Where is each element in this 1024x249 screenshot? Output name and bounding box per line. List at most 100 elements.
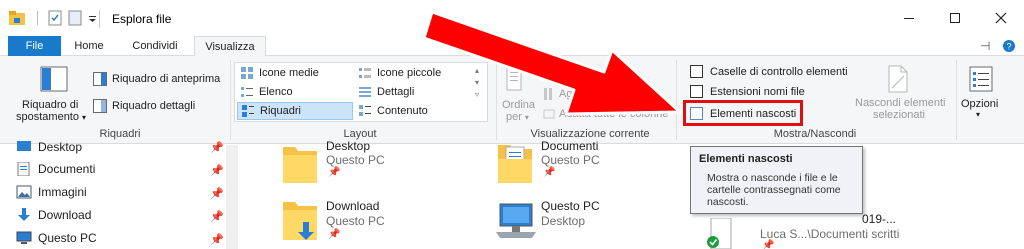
options-button[interactable]: Opzioni bbox=[961, 98, 998, 110]
navigation-pane-label-2: spostamento bbox=[16, 111, 79, 123]
close-button[interactable] bbox=[978, 0, 1024, 36]
file-location: Desktop bbox=[541, 214, 586, 228]
navigation-pane: Desktop Documenti Immagini Download Ques… bbox=[0, 140, 226, 249]
chevron-down-icon: ▾ bbox=[81, 112, 86, 122]
pin-icon: 📌 bbox=[762, 240, 775, 249]
file-name[interactable]: Questo PC bbox=[541, 199, 600, 213]
nav-item-pictures[interactable]: Immagini bbox=[16, 185, 87, 199]
details-pane-label: Riquadro dettagli bbox=[112, 100, 196, 112]
item-checkboxes-option[interactable]: Caselle di controllo elementi bbox=[690, 65, 848, 78]
toolbar-separator-icon bbox=[37, 11, 38, 25]
file-name[interactable]: Desktop bbox=[326, 139, 370, 153]
nav-item-label: Questo PC bbox=[38, 231, 97, 245]
layout-details[interactable]: Dettagli bbox=[358, 85, 414, 99]
file-extensions-checkbox[interactable] bbox=[690, 85, 703, 98]
file-name[interactable]: Download bbox=[326, 199, 379, 213]
help-icon[interactable]: ? bbox=[1002, 36, 1016, 56]
tab-file[interactable]: File bbox=[8, 36, 61, 56]
file-location: Questo PC bbox=[326, 214, 385, 228]
medium-icons-icon bbox=[241, 67, 253, 79]
file-name[interactable]: 019-... bbox=[862, 212, 896, 226]
layout-medium-icons[interactable]: Icone medie bbox=[240, 66, 319, 80]
sort-by-button[interactable]: per ▾ bbox=[506, 111, 529, 123]
pin-icon[interactable]: 📌 bbox=[210, 141, 224, 154]
customize-toolbar-icon[interactable] bbox=[88, 10, 97, 26]
preview-pane-button[interactable]: Riquadro di anteprima bbox=[93, 72, 220, 86]
navigation-pane-button[interactable]: spostamento ▾ bbox=[16, 111, 86, 123]
layout-list-label: Elenco bbox=[259, 86, 293, 98]
layout-content[interactable]: Contenuto bbox=[358, 104, 428, 118]
pin-icon[interactable]: 📌 bbox=[210, 210, 224, 223]
tab-home[interactable]: Home bbox=[70, 36, 108, 56]
add-columns-button[interactable]: Aggiun bbox=[543, 87, 593, 101]
group-label-riquadri: Riquadri bbox=[99, 128, 141, 140]
folder-icon bbox=[9, 11, 25, 25]
layout-list[interactable]: Elenco bbox=[240, 85, 293, 99]
pin-icon[interactable]: 📌 bbox=[210, 164, 224, 177]
download-arrow-icon bbox=[18, 208, 30, 221]
tiles-view-icon bbox=[242, 105, 254, 117]
tab-view[interactable]: Visualizza bbox=[194, 36, 266, 57]
tooltip-body: Mostra o nasconde i file e le cartelle c… bbox=[707, 172, 841, 208]
chevron-down-icon[interactable]: ▾ bbox=[976, 110, 980, 119]
layout-details-label: Dettagli bbox=[377, 86, 415, 98]
file-name[interactable]: Documenti bbox=[541, 139, 598, 153]
item-checkboxes-checkbox[interactable] bbox=[690, 65, 703, 78]
details-pane-icon bbox=[93, 99, 107, 113]
group-separator bbox=[496, 60, 497, 140]
navigation-scrollbar[interactable] bbox=[226, 145, 238, 249]
nav-item-label: Immagini bbox=[38, 185, 87, 199]
layout-small-icons[interactable]: Icone piccole bbox=[358, 66, 441, 80]
title-bar: Esplora file bbox=[0, 0, 1024, 36]
pin-icon[interactable]: 📌 bbox=[210, 233, 224, 246]
ribbon-tabs: File Home Condividi Visualizza ⊣ ? bbox=[0, 36, 1024, 57]
nav-item-desktop[interactable]: Desktop bbox=[17, 140, 82, 154]
properties-icon[interactable] bbox=[48, 10, 62, 26]
content-view-icon bbox=[359, 105, 371, 116]
nav-item-documents[interactable]: Documenti bbox=[17, 162, 96, 176]
pin-icon[interactable]: 📌 bbox=[210, 187, 224, 200]
documents-folder-icon[interactable] bbox=[498, 143, 534, 185]
tab-share[interactable]: Condividi bbox=[124, 36, 186, 56]
hide-selected-label-2[interactable]: selezionati bbox=[873, 109, 925, 121]
layout-tiles[interactable]: Riquadri bbox=[237, 102, 353, 120]
pin-icon: 📌 bbox=[328, 167, 341, 178]
minimize-button[interactable] bbox=[886, 0, 932, 36]
details-pane-button[interactable]: Riquadro dettagli bbox=[93, 99, 195, 113]
sort-by-label-1[interactable]: Ordina bbox=[502, 99, 535, 111]
pin-ribbon-icon[interactable]: ⊣ bbox=[980, 36, 990, 56]
layout-gallery-scroll[interactable]: ▴ ▾ ▿ bbox=[475, 65, 479, 101]
nav-item-downloads[interactable]: Download bbox=[18, 208, 92, 222]
computer-icon bbox=[16, 231, 32, 244]
expand-gallery-icon[interactable]: ▿ bbox=[475, 89, 479, 101]
sort-by-label-2: per bbox=[506, 111, 522, 123]
scroll-up-icon[interactable]: ▴ bbox=[475, 65, 479, 77]
nav-item-label: Download bbox=[38, 208, 92, 222]
layout-small-icons-label: Icone piccole bbox=[377, 67, 442, 79]
document-file-icon[interactable] bbox=[705, 218, 735, 249]
file-extensions-option[interactable]: Estensioni nomi file bbox=[690, 85, 805, 98]
new-folder-icon[interactable] bbox=[68, 10, 82, 26]
tooltip: Elementi nascosti Mostra o nasconde i fi… bbox=[690, 146, 863, 214]
fit-columns-button[interactable]: Adatta tutte le colonne bbox=[543, 107, 668, 121]
file-location: Questo PC bbox=[541, 153, 600, 167]
navigation-pane-label-1[interactable]: Riquadro di bbox=[22, 99, 78, 111]
scroll-down-icon[interactable]: ▾ bbox=[475, 77, 479, 89]
maximize-button[interactable] bbox=[932, 0, 978, 36]
help-circle-icon: ? bbox=[1003, 40, 1015, 52]
download-folder-icon[interactable] bbox=[283, 200, 319, 244]
folder-icon[interactable] bbox=[283, 145, 319, 185]
group-separator bbox=[230, 60, 231, 140]
nav-item-this-pc[interactable]: Questo PC bbox=[16, 231, 97, 245]
small-icons-icon bbox=[359, 68, 371, 78]
group-separator bbox=[956, 60, 957, 140]
group-separator bbox=[676, 60, 677, 140]
nav-item-label: Documenti bbox=[38, 162, 96, 176]
maximize-icon bbox=[950, 13, 960, 23]
pictures-icon bbox=[16, 185, 32, 199]
hide-selected-label-1[interactable]: Nascondi elementi bbox=[855, 97, 946, 109]
this-pc-icon[interactable] bbox=[494, 202, 538, 242]
fit-columns-icon bbox=[543, 109, 555, 119]
add-columns-icon bbox=[544, 88, 552, 100]
svg-text:?: ? bbox=[1006, 42, 1011, 52]
